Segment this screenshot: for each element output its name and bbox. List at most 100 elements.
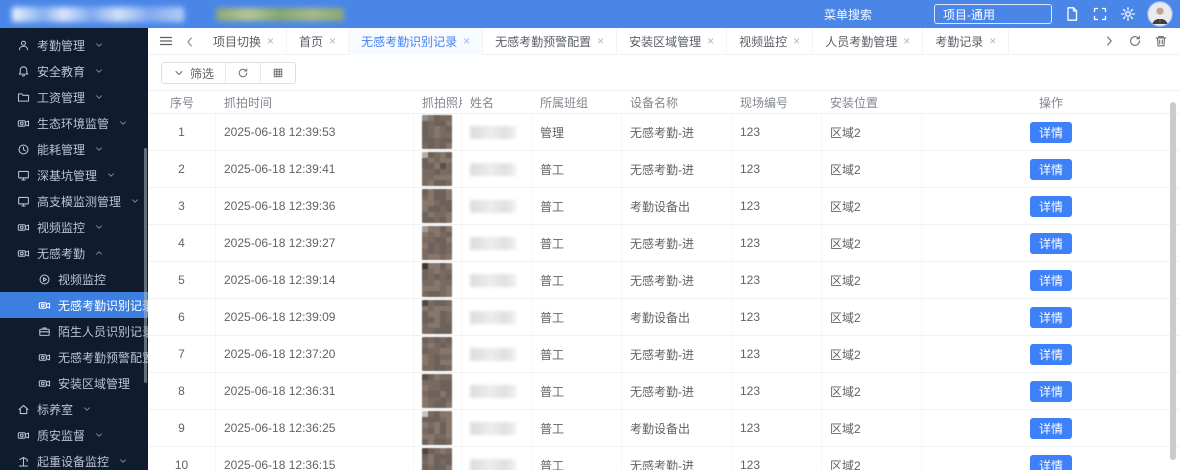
refresh-tab-icon[interactable] [1128,34,1142,48]
tab-close-icon[interactable]: × [707,35,714,47]
chevron-down-icon [94,430,104,440]
tab[interactable]: 考勤记录 × [923,27,1010,55]
cell-install-location: 区域2 [822,336,922,372]
tab-close-icon[interactable]: × [267,35,274,47]
cell-capture-photo [414,447,462,470]
detail-button[interactable]: 详情 [1029,380,1072,402]
tab-close-icon[interactable]: × [793,35,800,47]
captured-photo[interactable] [422,411,452,445]
sidebar-item[interactable]: 质安监督 [0,422,148,448]
document-icon[interactable] [1064,6,1080,22]
filter-button[interactable]: 筛选 [162,63,226,83]
captured-photo[interactable] [422,374,452,408]
sidebar-subitem[interactable]: 无感考勤预警配置 [0,344,148,370]
close-tabs-icon[interactable] [1154,34,1168,48]
sidebar-scrollbar[interactable] [144,148,147,383]
captured-photo[interactable] [422,448,452,470]
collapse-menu-icon[interactable] [158,33,174,49]
sidebar-subitem-label: 无感考勤识别记录 [58,298,148,313]
sidebar-item[interactable]: 生态环境监管 [0,110,148,136]
detail-button[interactable]: 详情 [1029,121,1072,143]
table-scrollbar[interactable] [1170,102,1176,460]
cell-team: 普工 [532,410,622,446]
cell-install-location: 区域2 [822,225,922,261]
tab[interactable]: 人员考勤管理 × [813,27,924,55]
table-row: 5 2025-06-18 12:39:14 普工 无感考勤-进 123 区域2 … [148,262,1180,299]
captured-photo[interactable] [422,337,452,371]
grid-icon [272,67,284,79]
tab[interactable]: 安装区域管理 × [617,27,728,55]
sidebar-subitem[interactable]: 安装区域管理 [0,370,148,396]
tab[interactable]: 首页 × [287,27,350,55]
cell-index: 4 [148,225,216,261]
fullscreen-icon[interactable] [1092,6,1108,22]
sidebar-subitem[interactable]: 无感考勤识别记录 [0,292,148,318]
cell-index: 2 [148,151,216,187]
cell-capture-time: 2025-06-18 12:39:53 [216,114,414,150]
table-row: 1 2025-06-18 12:39:53 管理 无感考勤-进 123 区域2 … [148,114,1180,151]
sidebar-subitem[interactable]: 视频监控 [0,266,148,292]
cell-capture-time: 2025-06-18 12:36:31 [216,373,414,409]
detail-button[interactable]: 详情 [1029,158,1072,180]
tab-close-icon[interactable]: × [329,35,336,47]
captured-photo[interactable] [422,263,452,297]
scroll-tabs-left-icon[interactable] [183,34,197,48]
table-row: 10 2025-06-18 12:36:15 普工 无感考勤-进 123 区域2… [148,447,1180,470]
detail-button[interactable]: 详情 [1029,343,1072,365]
tab-close-icon[interactable]: × [903,35,910,47]
sidebar-item[interactable]: 标养室 [0,396,148,422]
table-header-row: 序号 抓拍时间 抓拍照片姓名 所属班组 设备名称 现场编号 安装位置 操作 [148,90,1180,114]
tab-close-icon[interactable]: × [597,35,604,47]
tab[interactable]: 项目切换 × [201,27,288,55]
cell-index: 1 [148,114,216,150]
tab-close-icon[interactable]: × [463,35,470,47]
menu-search-trigger[interactable]: 菜单搜索 [824,6,872,23]
sidebar-item[interactable]: 高支模监测管理 [0,188,148,214]
detail-button[interactable]: 详情 [1029,195,1072,217]
redacted-name [470,125,516,139]
cell-site-number: 123 [732,336,822,372]
captured-photo[interactable] [422,226,452,260]
column-settings-button[interactable] [260,63,296,83]
cell-site-number: 123 [732,447,822,470]
sidebar-item[interactable]: 考勤管理 [0,32,148,58]
captured-photo[interactable] [422,152,452,186]
gear-icon[interactable] [1120,6,1136,22]
captured-photo[interactable] [422,189,452,223]
sidebar-item[interactable]: 深基坑管理 [0,162,148,188]
detail-button[interactable]: 详情 [1029,306,1072,328]
tabs-strip: 项目切换 × 首页 × 无感考勤识别记录 × 无感考勤预警配置 × 安装区域管理 × 视频监控 × 人员… [201,27,1010,55]
chevron-down-icon [106,170,116,180]
tab-close-icon[interactable]: × [989,35,996,47]
sidebar-item[interactable]: 视频监控 [0,214,148,240]
sidebar-item[interactable]: 工资管理 [0,84,148,110]
sidebar-item[interactable]: 起重设备监控 [0,448,148,470]
captured-photo[interactable] [422,115,452,149]
refresh-table-button[interactable] [225,63,261,83]
sidebar-item[interactable]: 能耗管理 [0,136,148,162]
camera-icon [17,247,30,260]
scroll-tabs-right-icon[interactable] [1102,34,1116,48]
sidebar-item[interactable]: 安全教育 [0,58,148,84]
tab[interactable]: 无感考勤预警配置 × [483,27,618,55]
project-selector[interactable]: 项目-通用 [934,4,1052,24]
chevron-down-icon [94,144,104,154]
captured-photo[interactable] [422,300,452,334]
column-header: 所属班组 [540,95,589,110]
cell-name [462,225,532,261]
detail-button[interactable]: 详情 [1029,269,1072,291]
sidebar-subitem-label: 视频监控 [58,272,107,287]
cell-team: 普工 [532,447,622,470]
chevron-down-icon [94,92,104,102]
cell-capture-time: 2025-06-18 12:39:36 [216,188,414,224]
avatar[interactable] [1148,2,1172,26]
tab[interactable]: 无感考勤识别记录 × [349,27,484,55]
sidebar-subitem[interactable]: 陌生人员识别记录 [0,318,148,344]
cell-site-number: 123 [732,373,822,409]
redacted-name [470,458,516,470]
detail-button[interactable]: 详情 [1029,417,1072,439]
sidebar-item[interactable]: 无感考勤 [0,240,148,266]
detail-button[interactable]: 详情 [1029,454,1072,470]
tab[interactable]: 视频监控 × [727,27,814,55]
detail-button[interactable]: 详情 [1029,232,1072,254]
